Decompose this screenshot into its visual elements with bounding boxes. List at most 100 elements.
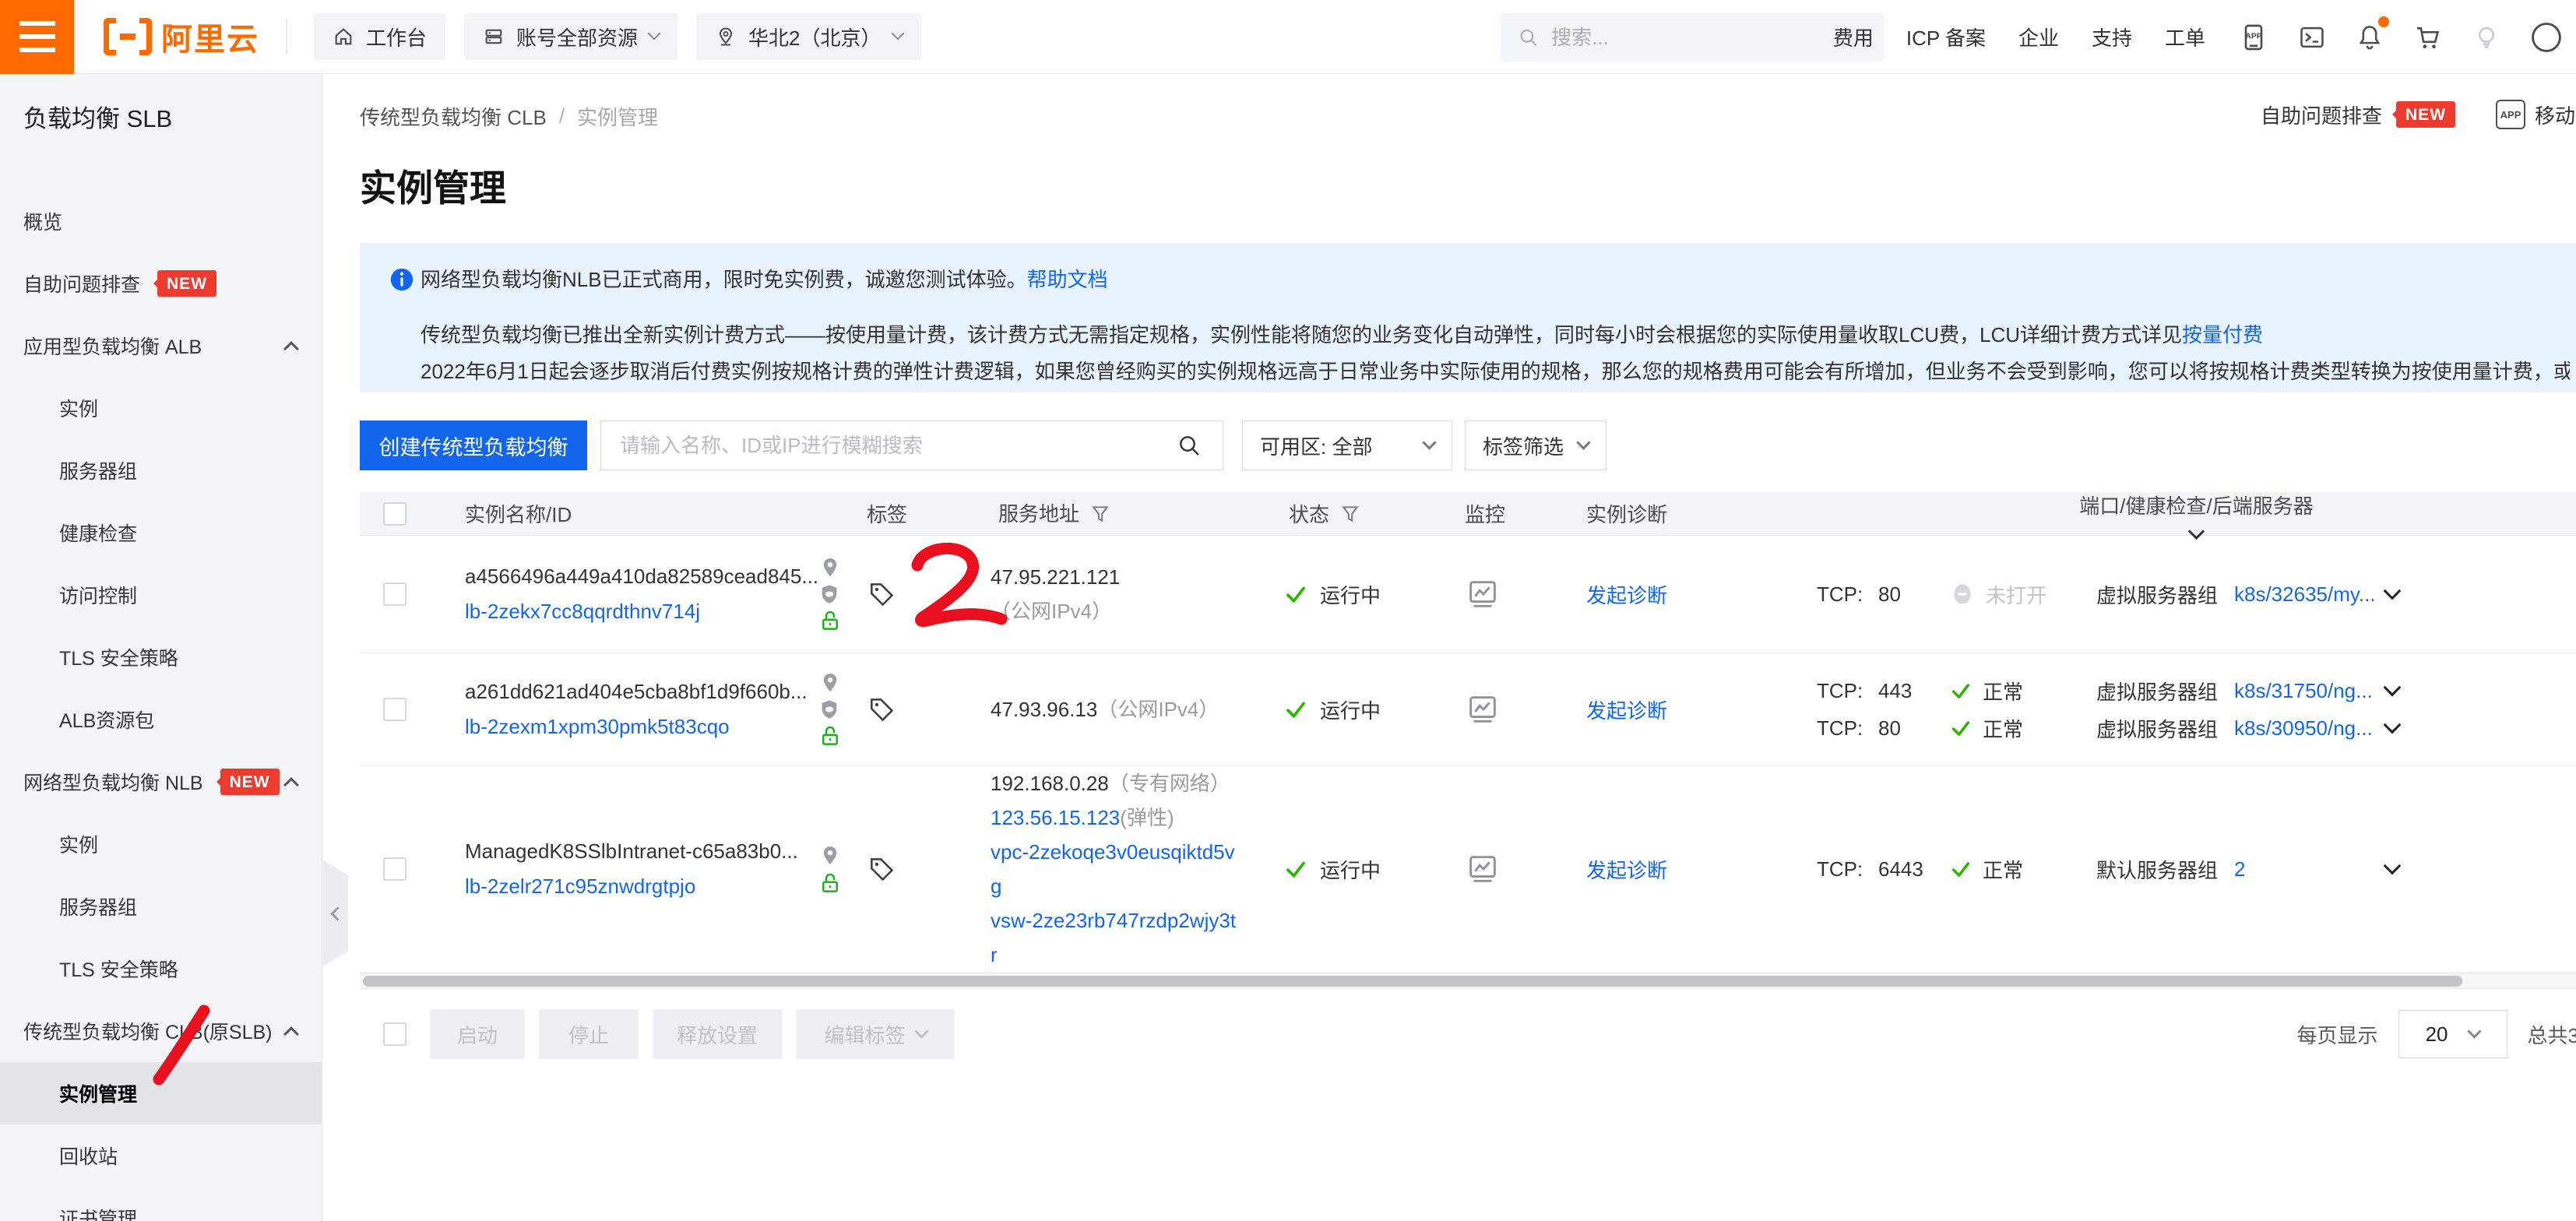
tag-icon[interactable] [867, 579, 896, 609]
instance-name: a4566496a449a410da82589cead845... [465, 559, 818, 594]
server-group-type: 默认服务器组 [2096, 855, 2234, 884]
global-search-input[interactable] [1551, 26, 1867, 50]
sidebar-item-nlb-instances[interactable]: 实例 [0, 813, 322, 875]
lock-icon [818, 609, 842, 632]
sidebar-item-clb-recycle[interactable]: 回收站 [0, 1124, 322, 1187]
server-group-link[interactable]: 2 [2234, 857, 2386, 881]
health-status: 正常 [1950, 677, 2096, 706]
instance-id-link[interactable]: lb-2zekx7cc8qqrdthnv714j [465, 600, 700, 623]
expand-chevron-icon[interactable] [2384, 716, 2402, 734]
chevron-left-icon [330, 906, 344, 920]
sidebar-item-self-check[interactable]: 自助问题排查NEW [0, 252, 322, 315]
notification-bell-icon[interactable] [2355, 23, 2384, 52]
row-checkbox[interactable] [383, 857, 406, 881]
zone-filter-dropdown[interactable]: 可用区: 全部 [1242, 420, 1452, 470]
monitor-chart-icon[interactable] [1465, 691, 1501, 727]
sidebar-item-alb-health-check[interactable]: 健康检查 [0, 501, 322, 564]
filter-funnel-icon[interactable] [1340, 504, 1360, 524]
eip-link[interactable]: 123.56.15.123 [991, 806, 1120, 829]
address-type: （公网IPv4） [991, 600, 1112, 623]
aliyun-logo[interactable]: 阿里云 [104, 14, 259, 59]
monitor-chart-icon[interactable] [1465, 851, 1501, 887]
hamburger-menu-icon[interactable] [0, 0, 74, 74]
tag-filter-dropdown[interactable]: 标签筛选 [1465, 420, 1606, 470]
account-resources-dropdown[interactable]: 账号全部资源 [464, 13, 677, 60]
workbench-button[interactable]: 工作台 [314, 13, 445, 60]
start-button[interactable]: 启动 [430, 1009, 525, 1059]
workbench-label: 工作台 [366, 23, 427, 51]
sidebar-item-nlb-server-groups[interactable]: 服务器组 [0, 875, 322, 938]
footer-select-all-checkbox[interactable] [383, 1022, 406, 1046]
sidebar-item-alb-instances[interactable]: 实例 [0, 377, 322, 439]
instance-id-link[interactable]: lb-2zelr271c95znwdrgtpjo [465, 874, 695, 898]
row-checkbox[interactable] [383, 698, 406, 721]
horizontal-scrollbar-thumb[interactable] [363, 976, 2462, 987]
page-size-value: 20 [2426, 1022, 2448, 1047]
sidebar-item-alb[interactable]: 应用型负载均衡 ALB [0, 315, 322, 377]
search-button[interactable] [1156, 421, 1223, 470]
diagnose-link[interactable]: 发起诊断 [1586, 584, 1667, 607]
row-checkbox[interactable] [383, 582, 406, 606]
server-group-link[interactable]: k8s/31750/ng... [2234, 679, 2386, 703]
sidebar-collapse-handle[interactable] [323, 860, 348, 966]
nav-tickets[interactable]: 工单 [2165, 23, 2205, 51]
zone-filter-label: 可用区: 全部 [1260, 431, 1372, 460]
self-check-link[interactable]: 自助问题排查 [2261, 100, 2382, 129]
svg-text:APP: APP [2245, 32, 2261, 40]
sidebar-item-nlb-tls[interactable]: TLS 安全策略 [0, 938, 322, 1000]
avatar[interactable] [2529, 20, 2564, 55]
nav-support[interactable]: 支持 [2092, 23, 2132, 51]
tag-icon[interactable] [867, 854, 896, 884]
diagnose-link[interactable]: 发起诊断 [1586, 859, 1667, 882]
search-icon [1518, 26, 1539, 49]
nav-icp[interactable]: ICP 备案 [1906, 23, 1986, 51]
banner-line2: 传统型负载均衡已推出全新实例计费方式——按使用量计费，该计费方式无需指定规格，实… [421, 322, 2570, 348]
lightbulb-icon[interactable] [2472, 23, 2501, 52]
sidebar-item-overview[interactable]: 概览 [0, 190, 322, 252]
cloudshell-icon[interactable] [2297, 23, 2327, 52]
stop-button[interactable]: 停止 [539, 1009, 639, 1059]
sidebar-title: 负载均衡 SLB [23, 99, 322, 134]
sidebar-item-nlb[interactable]: 网络型负载均衡 NLBNEW [0, 751, 322, 813]
monitor-chart-icon[interactable] [1465, 576, 1501, 612]
region-selector[interactable]: 华北2（北京） [696, 13, 920, 60]
new-badge: NEW [220, 769, 280, 795]
vpc-link[interactable]: vpc-2zekoqe3v0eusqiktd5vg [991, 840, 1235, 898]
expand-chevron-icon[interactable] [2384, 679, 2402, 697]
select-all-checkbox[interactable] [383, 502, 406, 526]
total-count: 总共3条 [2528, 1020, 2576, 1049]
sidebar-item-alb-server-groups[interactable]: 服务器组 [0, 439, 322, 501]
breadcrumb-parent[interactable]: 传统型负载均衡 CLB [360, 102, 547, 131]
cart-icon[interactable] [2412, 22, 2444, 53]
create-clb-button[interactable]: 创建传统型负载均衡 [360, 420, 587, 470]
chevron-down-icon[interactable] [2188, 523, 2205, 539]
server-group-link[interactable]: k8s/32635/my... [2234, 582, 2386, 607]
table-row: a4566496a449a410da82589cead845... lb-2ze… [360, 536, 2576, 653]
col-header-monitor: 监控 [1462, 499, 1578, 528]
sidebar-item-alb-access-control[interactable]: 访问控制 [0, 564, 322, 626]
nav-enterprise[interactable]: 企业 [2018, 23, 2059, 51]
expand-chevron-icon[interactable] [2384, 857, 2402, 875]
pay-as-you-go-link[interactable]: 按量付费 [2182, 323, 2263, 347]
listener-protocol: TCP: [1812, 716, 1878, 741]
help-doc-link[interactable]: 帮助文档 [1027, 268, 1108, 291]
tag-icon[interactable] [867, 695, 896, 724]
sidebar-item-alb-tls[interactable]: TLS 安全策略 [0, 626, 322, 688]
release-settings-button[interactable]: 释放设置 [653, 1009, 782, 1059]
sidebar-item-clb[interactable]: 传统型负载均衡 CLB(原SLB) [0, 1000, 322, 1062]
app-download-icon[interactable]: APP [2238, 22, 2269, 53]
page-size-select[interactable]: 20 [2398, 1010, 2507, 1058]
expand-chevron-icon[interactable] [2384, 582, 2402, 600]
sidebar-item-clb-cert[interactable]: 证书管理 [0, 1187, 322, 1221]
diagnose-link[interactable]: 发起诊断 [1586, 699, 1667, 723]
sidebar-item-alb-pack[interactable]: ALB资源包 [0, 688, 322, 751]
sidebar-item-clb-instances[interactable]: 实例管理 [0, 1062, 322, 1124]
nav-billing[interactable]: 费用 [1833, 23, 1874, 51]
server-group-link[interactable]: k8s/30950/ng... [2234, 716, 2386, 741]
mobile-control-link[interactable]: 移动管控 [2535, 100, 2576, 129]
instance-search-input[interactable] [601, 434, 1156, 458]
instance-id-link[interactable]: lb-2zexm1xpm30pmk5t83cqo [465, 715, 730, 738]
filter-funnel-icon[interactable] [1090, 504, 1110, 524]
vsw-link[interactable]: vsw-2ze23rb747rzdp2wjy3tr [991, 909, 1236, 966]
edit-tags-button[interactable]: 编辑标签 [796, 1009, 955, 1059]
